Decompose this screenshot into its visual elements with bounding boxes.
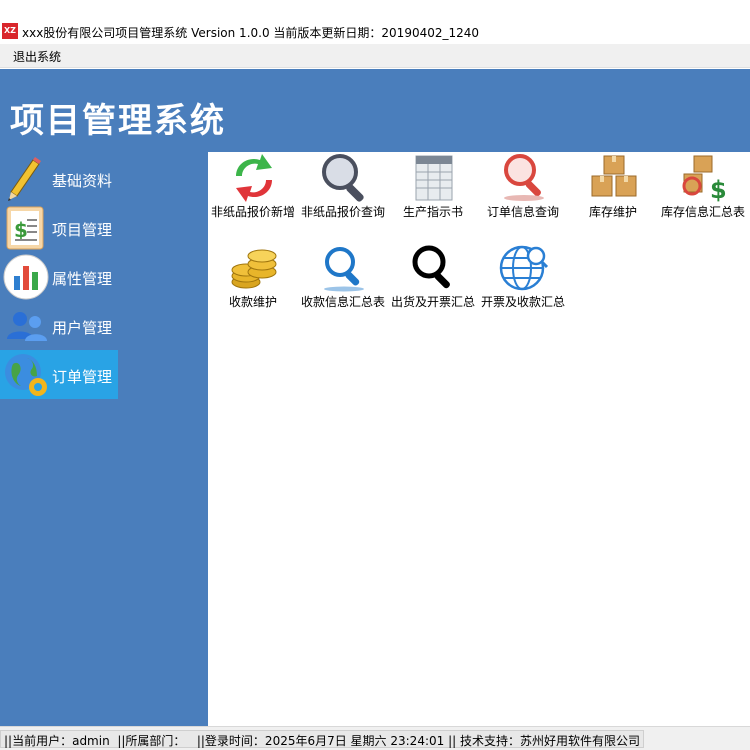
tile-payment-maintain[interactable]: 收款维护 <box>208 242 298 330</box>
sidebar-item-user[interactable]: 用户管理 <box>0 301 118 350</box>
tile-label: 库存信息汇总表 <box>660 205 745 219</box>
status-text: ||当前用户：admin ||所属部门： ||登录时间：2025年6月7日 星期… <box>0 730 644 748</box>
black-search-icon <box>412 245 450 289</box>
tile-order-info-query[interactable]: 订单信息查询 <box>478 152 568 240</box>
tile-payment-summary[interactable]: 收款信息汇总表 <box>298 242 388 330</box>
globe-gear-icon <box>5 354 47 396</box>
coins-icon <box>231 249 277 289</box>
tile-label: 订单信息查询 <box>486 205 559 219</box>
app-logo-icon: XZ <box>2 23 18 39</box>
function-panel: 非纸品报价新增 非纸品报价查询 生产指示书 订单信息查询 库存维护 $ 库存信息… <box>208 152 750 726</box>
blue-search-icon <box>324 247 364 292</box>
sidebar-item-order[interactable]: 订单管理 <box>0 350 118 399</box>
tile-nonpaper-quote-query[interactable]: 非纸品报价查询 <box>298 152 388 240</box>
refresh-arrows-icon <box>236 154 272 202</box>
tile-production-instruction[interactable]: 生产指示书 <box>388 152 478 240</box>
tile-label: 库存维护 <box>588 205 637 219</box>
sidebar-item-label: 项目管理 <box>52 221 113 239</box>
sidebar: 基础资料 $ 项目管理 属性管理 用户管理 订单管理 <box>0 152 208 726</box>
svg-text:$: $ <box>710 176 727 204</box>
red-magnifier-icon <box>504 154 544 201</box>
boxes-dollar-icon: $ <box>682 155 727 204</box>
tile-invoice-payment-summary[interactable]: 开票及收款汇总 <box>478 242 568 330</box>
sidebar-item-attribute[interactable]: 属性管理 <box>0 252 118 301</box>
title-bar: XZ xxx股份有限公司项目管理系统 Version 1.0.0 当前版本更新日… <box>0 0 750 44</box>
menu-exit-system[interactable]: 退出系统 <box>10 47 64 66</box>
header-banner: 项目管理系统 <box>0 69 750 152</box>
bar-chart-icon <box>3 254 49 300</box>
users-icon <box>7 312 47 341</box>
tile-shipment-invoice-summary[interactable]: 出货及开票汇总 <box>388 242 478 330</box>
tile-label: 生产指示书 <box>402 205 463 219</box>
tile-inventory-summary[interactable]: $ 库存信息汇总表 <box>658 152 748 240</box>
document-icon: $ <box>6 206 44 250</box>
sidebar-item-label: 订单管理 <box>52 368 113 386</box>
svg-text:$: $ <box>14 218 28 242</box>
magnifier-icon <box>322 154 364 202</box>
tile-label: 非纸品报价新增 <box>210 205 295 219</box>
menu-bar: 退出系统 <box>0 44 750 68</box>
sidebar-item-label: 用户管理 <box>52 319 113 337</box>
tile-inventory-maintain[interactable]: 库存维护 <box>568 152 658 240</box>
tile-label: 收款信息汇总表 <box>300 295 385 309</box>
tile-label: 开票及收款汇总 <box>480 295 565 309</box>
tile-label: 出货及开票汇总 <box>390 295 475 309</box>
pencil-icon <box>8 157 41 201</box>
sidebar-item-label: 基础资料 <box>52 172 113 190</box>
globe-search-icon <box>499 245 549 291</box>
app-title: 项目管理系统 <box>10 101 226 141</box>
window-title: xxx股份有限公司项目管理系统 Version 1.0.0 当前版本更新日期：2… <box>22 26 480 40</box>
sidebar-item-project[interactable]: $ 项目管理 <box>0 203 118 252</box>
spreadsheet-icon <box>415 155 453 201</box>
status-bar: ||当前用户：admin ||所属部门： ||登录时间：2025年6月7日 星期… <box>0 726 750 750</box>
tile-nonpaper-quote-add[interactable]: 非纸品报价新增 <box>208 152 298 240</box>
boxes-icon <box>591 155 637 197</box>
sidebar-item-basic-data[interactable]: 基础资料 <box>0 154 118 203</box>
tile-label: 非纸品报价查询 <box>300 205 385 219</box>
sidebar-item-label: 属性管理 <box>52 270 113 288</box>
tile-label: 收款维护 <box>228 295 277 309</box>
